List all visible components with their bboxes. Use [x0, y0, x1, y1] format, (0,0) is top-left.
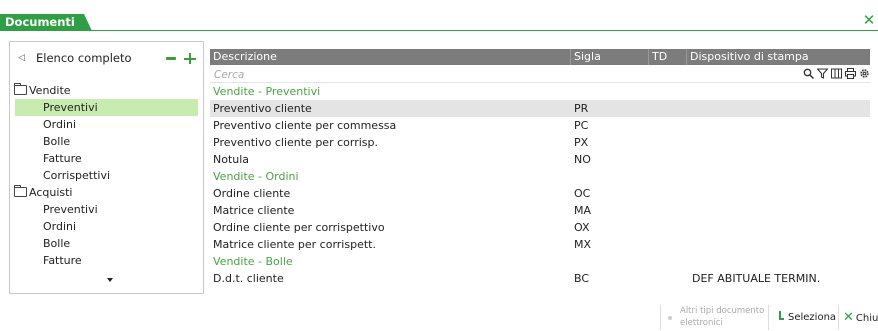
close-button-label: Chiu [855, 313, 878, 324]
column-header-sigla[interactable]: Sigla [571, 49, 649, 65]
cell-dispositivo: DEF ABITUALE TERMIN. [692, 272, 821, 285]
toolbar-separator [768, 305, 769, 330]
cell-descrizione: Ordine cliente per corrispettivo [213, 221, 385, 234]
tree-item[interactable]: Ordini [10, 116, 203, 133]
column-header-descrizione[interactable]: Descrizione [210, 49, 571, 65]
toolbar-separator [838, 305, 839, 330]
folder-icon [14, 83, 27, 95]
bottom-toolbar: Altri tipi documento elettronici Selezio… [660, 305, 878, 330]
table-row[interactable]: Preventivo cliente per corrisp. PX [210, 134, 870, 151]
tree-group-label: Vendite [29, 84, 71, 97]
table-row[interactable]: Notula NO [210, 151, 870, 168]
document-tree: Vendite Preventivi Ordini Bolle Fatture Corri… [10, 82, 203, 269]
scroll-down-icon[interactable] [107, 278, 113, 282]
tree-item[interactable]: Bolle [10, 133, 203, 150]
cell-descrizione: Vendite - Ordini [213, 170, 299, 183]
cell-sigla: PC [574, 119, 589, 132]
folder-icon [14, 185, 27, 197]
cell-sigla: NO [574, 153, 591, 166]
document-grid: Descrizione Sigla TD Dispositivo di stam… [210, 49, 870, 287]
tree-group[interactable]: Acquisti [10, 184, 203, 201]
cell-descrizione: Matrice cliente [213, 204, 295, 217]
search-icon[interactable] [803, 68, 815, 80]
grid-header: Descrizione Sigla TD Dispositivo di stam… [210, 49, 870, 65]
cell-descrizione: Preventivo cliente per corrisp. [213, 136, 378, 149]
tree-item[interactable]: Corrispettivi [10, 167, 203, 184]
columns-icon[interactable] [831, 68, 842, 79]
print-icon[interactable] [845, 68, 856, 79]
toolbar-separator [660, 305, 661, 330]
check-icon [775, 311, 785, 321]
section-row: Vendite - Bolle [210, 253, 870, 270]
search-input[interactable] [212, 66, 756, 83]
tree-group-label: Acquisti [29, 186, 73, 199]
close-icon: ✕ [843, 310, 854, 325]
tree-item[interactable]: Preventivi [10, 201, 203, 218]
close-button[interactable]: ✕ Chiu [843, 305, 878, 330]
cell-sigla: BC [574, 272, 590, 285]
select-button[interactable]: Seleziona [775, 305, 836, 330]
cell-descrizione: Ordine cliente [213, 187, 291, 200]
table-row[interactable]: Preventivo cliente PR [210, 100, 870, 117]
cell-sigla: PX [574, 136, 589, 149]
select-button-label: Seleziona [788, 312, 837, 323]
tree-item[interactable]: Fatture [10, 150, 203, 167]
cell-sigla: PR [574, 102, 589, 115]
section-row: Vendite - Preventivi [210, 83, 870, 100]
table-row[interactable]: Matrice cliente MA [210, 202, 870, 219]
cell-descrizione: Notula [213, 153, 250, 166]
cell-descrizione: Preventivo cliente [213, 102, 312, 115]
table-row[interactable]: Ordine cliente per corrispettivo OX [210, 219, 870, 236]
cell-sigla: MX [574, 238, 592, 251]
other-doc-types-button[interactable]: Altri tipi documento elettronici [680, 305, 775, 329]
table-row[interactable]: D.d.t. cliente BC DEF ABITUALE TERMIN. [210, 270, 870, 287]
cell-descrizione: Vendite - Bolle [213, 255, 293, 268]
tree-item[interactable]: Bolle [10, 235, 203, 252]
settings-icon[interactable] [859, 68, 870, 79]
tree-item[interactable]: Preventivi [15, 99, 198, 116]
document-tree-panel: ◁ Elenco completo Vendite Preventivi Ordin… [9, 41, 204, 294]
search-row [210, 65, 870, 83]
window-title-tab: Documenti [0, 14, 92, 31]
collapse-icon[interactable] [166, 57, 176, 60]
tree-item[interactable]: Ordini [10, 218, 203, 235]
grid-rows: Vendite - Preventivi Preventivo cliente PR… [210, 83, 870, 287]
expand-icon[interactable] [184, 50, 196, 67]
back-arrow-icon[interactable]: ◁ [18, 50, 25, 67]
title-underline [0, 30, 878, 31]
column-header-dispositivo[interactable]: Dispositivo di stampa [687, 49, 870, 65]
section-row: Vendite - Ordini [210, 168, 870, 185]
table-row[interactable]: Preventivo cliente per commessa PC [210, 117, 870, 134]
cell-descrizione: Matrice cliente per corrispett. [213, 238, 376, 251]
other-types-icon [668, 316, 672, 320]
column-header-td[interactable]: TD [649, 49, 687, 65]
search-tools [803, 65, 870, 82]
cell-sigla: OX [574, 221, 590, 234]
cell-descrizione: Vendite - Preventivi [213, 85, 321, 98]
tree-header: ◁ Elenco completo [10, 50, 203, 67]
cell-sigla: MA [574, 204, 592, 217]
tree-header-title: Elenco completo [36, 51, 132, 65]
cell-descrizione: D.d.t. cliente [213, 272, 284, 285]
table-row[interactable]: Ordine cliente OC [210, 185, 870, 202]
tree-item[interactable]: Fatture [10, 252, 203, 269]
table-row[interactable]: Matrice cliente per corrispett. MX [210, 236, 870, 253]
close-icon[interactable]: ✕ [862, 13, 876, 28]
filter-icon[interactable] [816, 68, 829, 79]
tree-group[interactable]: Vendite [10, 82, 203, 99]
cell-sigla: OC [574, 187, 591, 200]
cell-descrizione: Preventivo cliente per commessa [213, 119, 397, 132]
